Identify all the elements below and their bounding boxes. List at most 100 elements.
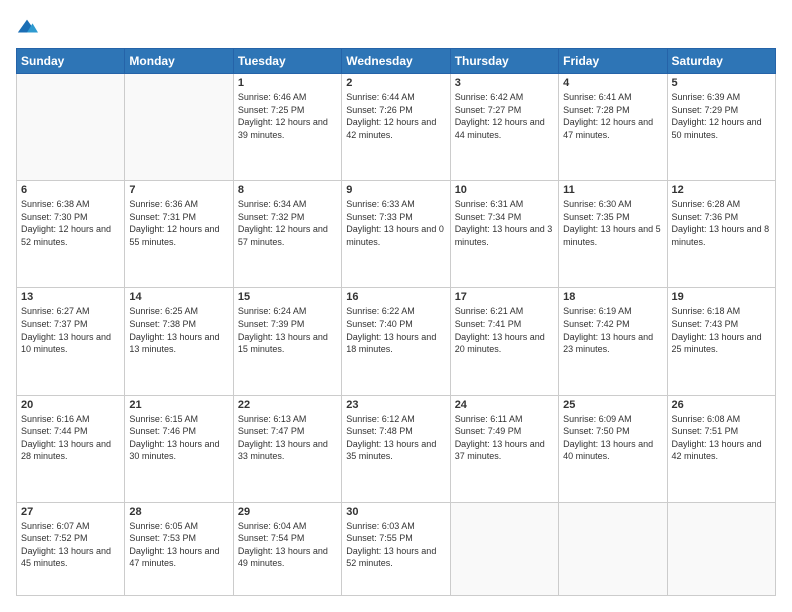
day-number: 4 — [563, 77, 662, 89]
calendar-cell: 13 Sunrise: 6:27 AM Sunset: 7:37 PM Dayli… — [17, 288, 125, 395]
day-number: 2 — [346, 77, 445, 89]
calendar-cell: 5 Sunrise: 6:39 AM Sunset: 7:29 PM Daylig… — [667, 74, 775, 181]
calendar-cell: 27 Sunrise: 6:07 AM Sunset: 7:52 PM Dayli… — [17, 502, 125, 595]
day-info: Sunrise: 6:36 AM Sunset: 7:31 PM Dayligh… — [129, 198, 228, 248]
day-info: Sunrise: 6:19 AM Sunset: 7:42 PM Dayligh… — [563, 305, 662, 355]
day-number: 1 — [238, 77, 337, 89]
week-row-4: 20Sunrise: 6:16 AM Sunset: 7:44 PM Dayli… — [17, 395, 776, 502]
day-number: 10 — [455, 184, 554, 196]
calendar-cell — [559, 502, 667, 595]
day-info: Sunrise: 6:42 AM Sunset: 7:27 PM Dayligh… — [455, 91, 554, 141]
day-info: Sunrise: 6:31 AM Sunset: 7:34 PM Dayligh… — [455, 198, 554, 248]
day-number: 7 — [129, 184, 228, 196]
day-info: Sunrise: 6:27 AM Sunset: 7:37 PM Dayligh… — [21, 305, 120, 355]
calendar-cell: 21Sunrise: 6:15 AM Sunset: 7:46 PM Dayli… — [125, 395, 233, 502]
week-row-3: 13 Sunrise: 6:27 AM Sunset: 7:37 PM Dayli… — [17, 288, 776, 395]
day-number: 30 — [346, 506, 445, 518]
calendar-cell: 24 Sunrise: 6:11 AM Sunset: 7:49 PM Dayli… — [450, 395, 558, 502]
day-info: Sunrise: 6:11 AM Sunset: 7:49 PM Dayligh… — [455, 413, 554, 463]
day-number: 9 — [346, 184, 445, 196]
day-info: Sunrise: 6:12 AM Sunset: 7:48 PM Dayligh… — [346, 413, 445, 463]
day-number: 5 — [672, 77, 771, 89]
day-number: 21 — [129, 399, 228, 411]
calendar-cell: 1 Sunrise: 6:46 AM Sunset: 7:25 PM Daylig… — [233, 74, 341, 181]
day-info: Sunrise: 6:08 AM Sunset: 7:51 PM Dayligh… — [672, 413, 771, 463]
day-number: 27 — [21, 506, 120, 518]
day-number: 15 — [238, 291, 337, 303]
calendar-cell: 17Sunrise: 6:21 AM Sunset: 7:41 PM Dayli… — [450, 288, 558, 395]
calendar-table: SundayMondayTuesdayWednesdayThursdayFrid… — [16, 48, 776, 596]
day-info: Sunrise: 6:30 AM Sunset: 7:35 PM Dayligh… — [563, 198, 662, 248]
day-number: 29 — [238, 506, 337, 518]
calendar-cell: 26 Sunrise: 6:08 AM Sunset: 7:51 PM Dayli… — [667, 395, 775, 502]
day-info: Sunrise: 6:09 AM Sunset: 7:50 PM Dayligh… — [563, 413, 662, 463]
day-number: 26 — [672, 399, 771, 411]
day-info: Sunrise: 6:07 AM Sunset: 7:52 PM Dayligh… — [21, 520, 120, 570]
day-number: 13 — [21, 291, 120, 303]
day-number: 3 — [455, 77, 554, 89]
day-info: Sunrise: 6:28 AM Sunset: 7:36 PM Dayligh… — [672, 198, 771, 248]
day-number: 28 — [129, 506, 228, 518]
calendar-cell — [667, 502, 775, 595]
day-number: 23 — [346, 399, 445, 411]
calendar-cell: 4 Sunrise: 6:41 AM Sunset: 7:28 PM Daylig… — [559, 74, 667, 181]
day-number: 8 — [238, 184, 337, 196]
calendar-cell: 9 Sunrise: 6:33 AM Sunset: 7:33 PM Daylig… — [342, 181, 450, 288]
day-number: 14 — [129, 291, 228, 303]
day-info: Sunrise: 6:13 AM Sunset: 7:47 PM Dayligh… — [238, 413, 337, 463]
weekday-header-monday: Monday — [125, 49, 233, 74]
day-info: Sunrise: 6:39 AM Sunset: 7:29 PM Dayligh… — [672, 91, 771, 141]
calendar-cell: 7 Sunrise: 6:36 AM Sunset: 7:31 PM Daylig… — [125, 181, 233, 288]
logo-icon — [16, 16, 38, 38]
calendar-cell: 29 Sunrise: 6:04 AM Sunset: 7:54 PM Dayli… — [233, 502, 341, 595]
day-info: Sunrise: 6:21 AM Sunset: 7:41 PM Dayligh… — [455, 305, 554, 355]
calendar-cell: 2Sunrise: 6:44 AM Sunset: 7:26 PM Daylig… — [342, 74, 450, 181]
header — [16, 16, 776, 38]
calendar-cell: 23 Sunrise: 6:12 AM Sunset: 7:48 PM Dayli… — [342, 395, 450, 502]
week-row-1: 1 Sunrise: 6:46 AM Sunset: 7:25 PM Daylig… — [17, 74, 776, 181]
day-number: 24 — [455, 399, 554, 411]
day-number: 11 — [563, 184, 662, 196]
weekday-header-tuesday: Tuesday — [233, 49, 341, 74]
day-info: Sunrise: 6:34 AM Sunset: 7:32 PM Dayligh… — [238, 198, 337, 248]
calendar-cell — [17, 74, 125, 181]
weekday-header-thursday: Thursday — [450, 49, 558, 74]
day-info: Sunrise: 6:03 AM Sunset: 7:55 PM Dayligh… — [346, 520, 445, 570]
logo — [16, 16, 42, 38]
day-info: Sunrise: 6:18 AM Sunset: 7:43 PM Dayligh… — [672, 305, 771, 355]
weekday-header-saturday: Saturday — [667, 49, 775, 74]
day-number: 19 — [672, 291, 771, 303]
day-info: Sunrise: 6:22 AM Sunset: 7:40 PM Dayligh… — [346, 305, 445, 355]
calendar-cell: 16 Sunrise: 6:22 AM Sunset: 7:40 PM Dayli… — [342, 288, 450, 395]
day-info: Sunrise: 6:25 AM Sunset: 7:38 PM Dayligh… — [129, 305, 228, 355]
calendar-cell: 15 Sunrise: 6:24 AM Sunset: 7:39 PM Dayli… — [233, 288, 341, 395]
calendar-cell: 28 Sunrise: 6:05 AM Sunset: 7:53 PM Dayli… — [125, 502, 233, 595]
day-info: Sunrise: 6:04 AM Sunset: 7:54 PM Dayligh… — [238, 520, 337, 570]
calendar-cell: 14 Sunrise: 6:25 AM Sunset: 7:38 PM Dayli… — [125, 288, 233, 395]
calendar-cell: 11 Sunrise: 6:30 AM Sunset: 7:35 PM Dayli… — [559, 181, 667, 288]
calendar-cell: 6 Sunrise: 6:38 AM Sunset: 7:30 PM Daylig… — [17, 181, 125, 288]
day-info: Sunrise: 6:38 AM Sunset: 7:30 PM Dayligh… — [21, 198, 120, 248]
day-number: 18 — [563, 291, 662, 303]
calendar-cell: 20Sunrise: 6:16 AM Sunset: 7:44 PM Dayli… — [17, 395, 125, 502]
day-number: 22 — [238, 399, 337, 411]
day-number: 12 — [672, 184, 771, 196]
day-info: Sunrise: 6:05 AM Sunset: 7:53 PM Dayligh… — [129, 520, 228, 570]
week-row-2: 6 Sunrise: 6:38 AM Sunset: 7:30 PM Daylig… — [17, 181, 776, 288]
calendar-cell: 30 Sunrise: 6:03 AM Sunset: 7:55 PM Dayli… — [342, 502, 450, 595]
calendar-cell: 25Sunrise: 6:09 AM Sunset: 7:50 PM Dayli… — [559, 395, 667, 502]
weekday-header-sunday: Sunday — [17, 49, 125, 74]
day-info: Sunrise: 6:41 AM Sunset: 7:28 PM Dayligh… — [563, 91, 662, 141]
calendar-cell: 10 Sunrise: 6:31 AM Sunset: 7:34 PM Dayli… — [450, 181, 558, 288]
week-row-5: 27 Sunrise: 6:07 AM Sunset: 7:52 PM Dayli… — [17, 502, 776, 595]
day-number: 6 — [21, 184, 120, 196]
day-number: 20 — [21, 399, 120, 411]
calendar-cell: 22 Sunrise: 6:13 AM Sunset: 7:47 PM Dayli… — [233, 395, 341, 502]
day-info: Sunrise: 6:46 AM Sunset: 7:25 PM Dayligh… — [238, 91, 337, 141]
day-info: Sunrise: 6:24 AM Sunset: 7:39 PM Dayligh… — [238, 305, 337, 355]
page: SundayMondayTuesdayWednesdayThursdayFrid… — [0, 0, 792, 612]
day-info: Sunrise: 6:33 AM Sunset: 7:33 PM Dayligh… — [346, 198, 445, 248]
calendar-cell: 3 Sunrise: 6:42 AM Sunset: 7:27 PM Daylig… — [450, 74, 558, 181]
calendar-cell: 19 Sunrise: 6:18 AM Sunset: 7:43 PM Dayli… — [667, 288, 775, 395]
day-number: 16 — [346, 291, 445, 303]
